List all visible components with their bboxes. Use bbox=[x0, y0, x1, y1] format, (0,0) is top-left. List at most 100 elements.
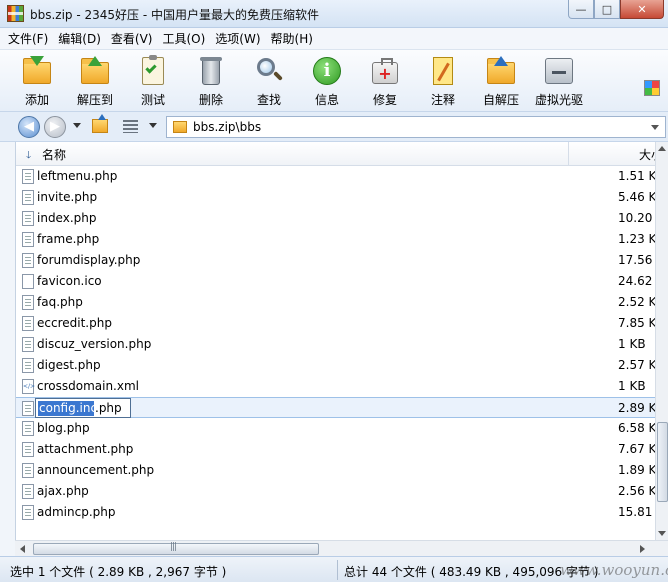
file-row[interactable]: faq.php 2.52 KB bbox=[16, 292, 665, 313]
info-button[interactable]: i 信息 bbox=[298, 56, 356, 108]
file-rows: leftmenu.php 1.51 KB invite.php 5.46 KB inde… bbox=[16, 166, 668, 523]
rename-input[interactable]: config.inc .php bbox=[35, 398, 131, 418]
note-pencil-icon bbox=[428, 56, 458, 86]
file-row[interactable]: attachment.php 7.67 KB bbox=[16, 439, 665, 460]
php-file-icon bbox=[22, 232, 34, 247]
add-button[interactable]: 添加 bbox=[8, 56, 66, 108]
file-size: 1 KB bbox=[618, 337, 646, 351]
forward-button[interactable]: ▶ bbox=[44, 116, 66, 138]
close-button[interactable]: ✕ bbox=[620, 0, 664, 19]
file-row[interactable]: announcement.php 1.89 KB bbox=[16, 460, 665, 481]
self-extract-folder-icon bbox=[486, 56, 516, 86]
status-divider bbox=[337, 560, 338, 580]
minimize-button[interactable]: — bbox=[568, 0, 594, 19]
history-dropdown-icon[interactable] bbox=[73, 123, 81, 128]
file-row[interactable]: discuz_version.php 1 KB bbox=[16, 334, 656, 355]
path-dropdown-icon[interactable] bbox=[651, 125, 659, 130]
menu-edit[interactable]: 编辑(D) bbox=[58, 30, 101, 47]
comment-label: 注释 bbox=[430, 93, 455, 107]
file-size: 15.81 KB bbox=[618, 505, 668, 519]
column-name-header[interactable]: 🡓 名称 bbox=[16, 142, 569, 166]
file-row[interactable]: admincp.php 15.81 KB bbox=[16, 502, 668, 523]
info-label: 信息 bbox=[314, 93, 339, 107]
menu-file[interactable]: 文件(F) bbox=[8, 30, 48, 47]
php-file-icon bbox=[22, 421, 34, 436]
scroll-left-icon[interactable] bbox=[20, 545, 25, 553]
view-mode-icon[interactable] bbox=[123, 120, 138, 133]
file-name: admincp.php bbox=[37, 505, 116, 519]
self-extract-button[interactable]: 自解压 bbox=[472, 56, 530, 108]
file-size: 1.23 KB bbox=[618, 232, 665, 246]
file-row[interactable]: index.php 10.20 KB bbox=[16, 208, 668, 229]
scroll-down-icon[interactable] bbox=[658, 531, 666, 536]
watermark: www.wooyun.org bbox=[560, 561, 668, 579]
file-name: digest.php bbox=[37, 358, 101, 372]
file-row[interactable]: crossdomain.xml 1 KB bbox=[16, 376, 656, 397]
magnifier-icon bbox=[254, 56, 284, 86]
file-name: crossdomain.xml bbox=[37, 379, 139, 393]
file-row[interactable]: blog.php 6.58 KB bbox=[16, 418, 665, 439]
trash-icon bbox=[196, 56, 226, 86]
file-size: 2.89 KB bbox=[618, 401, 665, 415]
app-archive-icon bbox=[7, 5, 24, 22]
comment-button[interactable]: 注释 bbox=[414, 56, 472, 108]
file-list: 🡓 名称 大小 leftmenu.php 1.51 KB invite.php 5.4… bbox=[15, 142, 668, 556]
php-file-icon bbox=[22, 442, 34, 457]
file-name: forumdisplay.php bbox=[37, 253, 141, 267]
file-row[interactable]: leftmenu.php 1.51 KB bbox=[16, 166, 665, 187]
virtual-drive-label: 虚拟光驱 bbox=[534, 93, 583, 107]
menu-help[interactable]: 帮助(H) bbox=[271, 30, 313, 47]
repair-button[interactable]: 修复 bbox=[356, 56, 414, 108]
clipboard-check-icon bbox=[138, 55, 168, 86]
menu-view[interactable]: 查看(V) bbox=[111, 30, 153, 47]
repair-label: 修复 bbox=[372, 93, 397, 107]
title-bar: bbs.zip - 2345好压 - 中国用户量最大的免费压缩软件 — □ ✕ bbox=[0, 0, 668, 28]
maximize-button[interactable]: □ bbox=[594, 0, 620, 19]
test-button[interactable]: 测试 bbox=[124, 55, 182, 108]
vertical-scroll-thumb[interactable] bbox=[657, 422, 668, 502]
find-button[interactable]: 查找 bbox=[240, 56, 298, 108]
status-bar: 选中 1 个文件 ( 2.89 KB , 2,967 字节 ) 总计 44 个文… bbox=[0, 556, 668, 582]
self-extract-label: 自解压 bbox=[482, 93, 519, 107]
file-row[interactable]: config.inc .php 2.89 KB bbox=[16, 397, 665, 418]
first-aid-kit-icon bbox=[370, 56, 400, 86]
file-size: 2.56 KB bbox=[618, 484, 665, 498]
delete-button[interactable]: 删除 bbox=[182, 56, 240, 108]
back-button[interactable]: ◀ bbox=[18, 116, 40, 138]
horizontal-scrollbar[interactable] bbox=[15, 540, 668, 556]
scroll-up-icon[interactable] bbox=[658, 146, 666, 151]
file-size: 7.85 KB bbox=[618, 316, 665, 330]
file-row[interactable]: eccredit.php 7.85 KB bbox=[16, 313, 665, 334]
path-field[interactable]: bbs.zip\bbs bbox=[166, 116, 666, 138]
php-file-icon bbox=[22, 190, 34, 205]
view-dropdown-icon[interactable] bbox=[149, 123, 157, 128]
scroll-right-icon[interactable] bbox=[640, 545, 645, 553]
php-file-icon bbox=[22, 505, 34, 520]
file-row[interactable]: digest.php 2.57 KB bbox=[16, 355, 665, 376]
path-text: bbs.zip\bbs bbox=[193, 120, 262, 134]
virtual-drive-button[interactable]: 虚拟光驱 bbox=[530, 56, 588, 108]
menu-options[interactable]: 选项(W) bbox=[215, 30, 260, 47]
vertical-scrollbar[interactable] bbox=[655, 142, 668, 540]
menu-tools[interactable]: 工具(O) bbox=[162, 30, 205, 47]
file-row[interactable]: invite.php 5.46 KB bbox=[16, 187, 665, 208]
skin-color-icon[interactable] bbox=[644, 80, 660, 96]
horizontal-scroll-thumb[interactable] bbox=[33, 542, 319, 555]
file-name: leftmenu.php bbox=[37, 169, 118, 183]
file-row[interactable]: frame.php 1.23 KB bbox=[16, 229, 665, 250]
file-name: index.php bbox=[37, 211, 97, 225]
php-file-icon bbox=[22, 253, 34, 268]
menu-bar: 文件(F) 编辑(D) 查看(V) 工具(O) 选项(W) 帮助(H) bbox=[0, 28, 668, 50]
file-name: favicon.ico bbox=[37, 274, 102, 288]
php-file-icon bbox=[22, 169, 34, 184]
file-row[interactable]: favicon.ico 24.62 KB bbox=[16, 271, 668, 292]
extract-to-button[interactable]: 解压到 bbox=[66, 56, 124, 108]
php-file-icon bbox=[22, 211, 34, 226]
up-folder-icon[interactable] bbox=[92, 114, 108, 133]
add-label: 添加 bbox=[24, 93, 49, 107]
php-file-icon bbox=[22, 295, 34, 310]
file-row[interactable]: ajax.php 2.56 KB bbox=[16, 481, 665, 502]
file-row[interactable]: forumdisplay.php 17.56 KB bbox=[16, 250, 668, 271]
toolbar: 添加 解压到 测试 删除 查找 i 信息 修复 注释 自解压 虚拟光驱 bbox=[0, 50, 668, 112]
optical-drive-icon bbox=[544, 56, 574, 86]
